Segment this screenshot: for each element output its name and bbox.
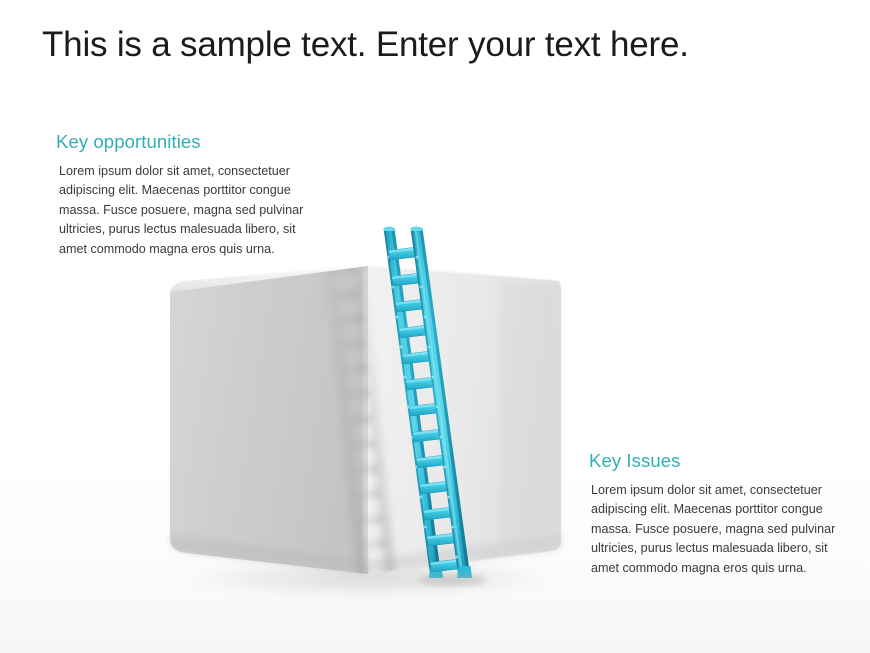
ladder (383, 226, 486, 586)
box-left-face (170, 266, 368, 574)
body-key-issues: Lorem ipsum dolor sit amet, consectetuer… (591, 483, 836, 575)
ground-shadow (148, 556, 588, 600)
box-top-face (184, 263, 561, 283)
ladder-cast-shadow (321, 266, 397, 574)
text-block-key-issues: Key Issues Lorem ipsum dolor sit amet, c… (589, 450, 851, 578)
ladder-top-caps (383, 226, 423, 231)
text-block-key-opportunities: Key opportunities Lorem ipsum dolor sit … (56, 131, 318, 259)
box-front-edge-highlight (364, 267, 372, 574)
ladder-rail-right (410, 228, 472, 578)
page-title: This is a sample text. Enter your text h… (42, 25, 689, 64)
heading-key-issues: Key Issues (589, 450, 681, 471)
box-bottom-shade-right (368, 534, 561, 574)
box-top-left-bevel (170, 264, 368, 292)
body-key-opportunities: Lorem ipsum dolor sit amet, consectetuer… (59, 164, 304, 256)
ladder-foot-shadow (418, 574, 486, 586)
heading-key-opportunities: Key opportunities (56, 131, 201, 152)
box-bottom-shade-left (170, 534, 368, 574)
box-right-face-vignette (500, 282, 561, 552)
box-right-face (368, 266, 561, 574)
ladder-rungs (388, 246, 462, 573)
box-3d (170, 263, 561, 574)
ladder-rail-left (383, 228, 443, 578)
slide-canvas: This is a sample text. Enter your text h… (0, 0, 870, 653)
